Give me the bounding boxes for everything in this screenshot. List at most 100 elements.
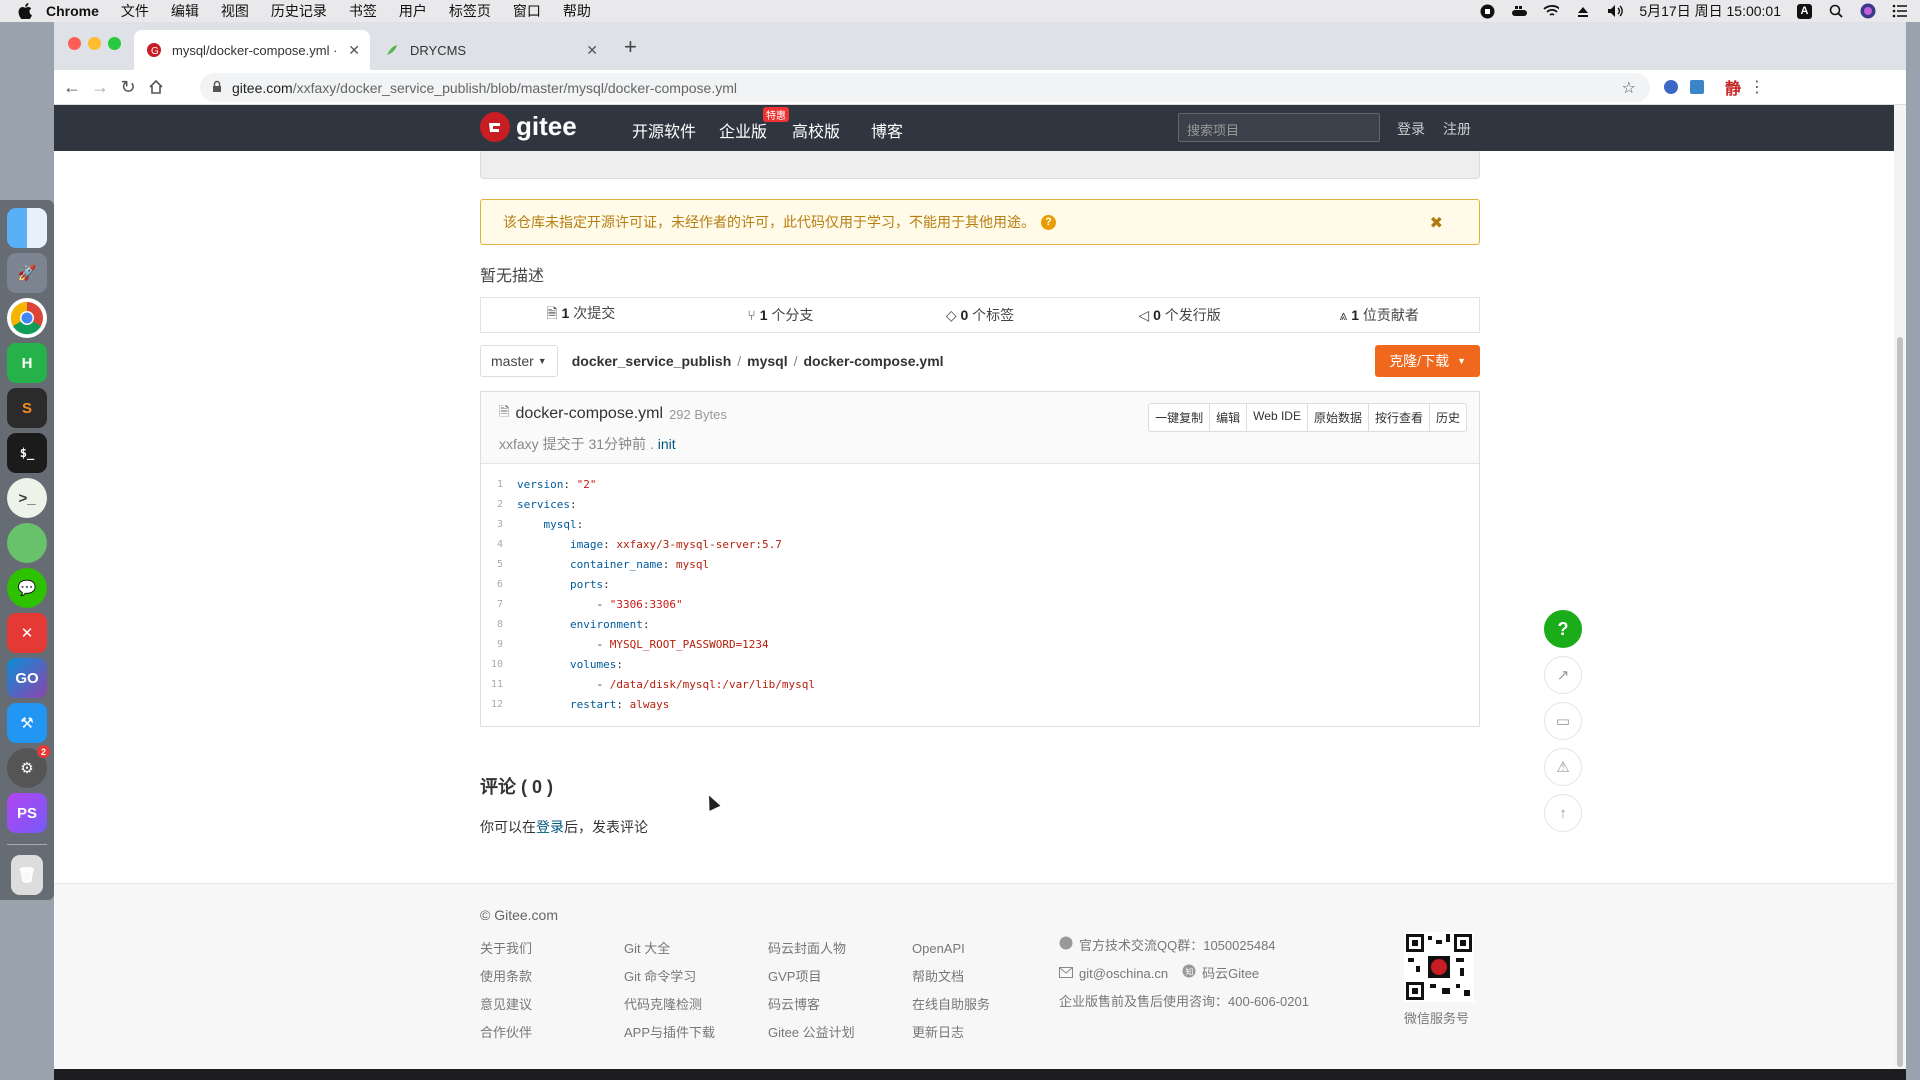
- menu-app-name[interactable]: Chrome: [46, 3, 99, 19]
- nav-blog[interactable]: 博客: [871, 118, 903, 142]
- footer-link[interactable]: OpenAPI: [912, 935, 990, 963]
- stat-tags[interactable]: ◇ 0 个标签: [880, 305, 1080, 325]
- help-question-icon[interactable]: ?: [1041, 214, 1056, 230]
- footer-link[interactable]: 更新日志: [912, 1019, 990, 1047]
- menubar-datetime[interactable]: 5月17日 周日 15:00:01: [1639, 1, 1781, 21]
- system-preferences-icon[interactable]: ⚙ 2: [7, 745, 50, 788]
- finder-icon[interactable]: [7, 208, 47, 248]
- menu-window[interactable]: 窗口: [513, 1, 541, 21]
- input-method-icon[interactable]: A: [1797, 3, 1812, 19]
- footer-link[interactable]: 关于我们: [480, 935, 532, 963]
- footer-link[interactable]: 码云封面人物: [768, 935, 855, 963]
- more-menu-icon[interactable]: ⋮: [1746, 76, 1768, 98]
- stat-contributors[interactable]: ⩓ 1 位贡献者: [1279, 305, 1479, 325]
- edit-button[interactable]: 编辑: [1209, 404, 1246, 431]
- commit-author[interactable]: xxfaxy: [499, 436, 539, 452]
- docker-icon[interactable]: [1511, 3, 1528, 19]
- history-button[interactable]: 历史: [1428, 404, 1466, 431]
- menu-edit[interactable]: 编辑: [171, 1, 199, 21]
- menu-history[interactable]: 历史记录: [271, 1, 327, 21]
- terminal-icon[interactable]: $_: [7, 433, 47, 473]
- clone-download-button[interactable]: 克隆/下载 ▼: [1375, 345, 1480, 377]
- report-warning-icon[interactable]: ⚠: [1544, 748, 1582, 786]
- hbuilder-icon[interactable]: H: [7, 343, 47, 383]
- xmind-icon[interactable]: ✕: [7, 613, 47, 653]
- goland-icon[interactable]: GO: [7, 658, 47, 698]
- footer-link[interactable]: Git 大全: [624, 935, 715, 963]
- scrollbar-thumb[interactable]: [1897, 337, 1903, 1067]
- tab-close-icon[interactable]: ✕: [586, 42, 598, 59]
- spotlight-search-icon[interactable]: [1828, 3, 1844, 19]
- window-minimize-button[interactable]: [88, 37, 101, 50]
- footer-link[interactable]: 码云博客: [768, 991, 855, 1019]
- comment-login-link[interactable]: 登录: [536, 819, 564, 835]
- nav-enterprise[interactable]: 企业版: [719, 118, 767, 142]
- footer-link[interactable]: Gitee 公益计划: [768, 1019, 855, 1047]
- phpstorm-icon[interactable]: PS: [7, 793, 47, 833]
- reload-icon[interactable]: ↻: [116, 75, 140, 99]
- message-icon[interactable]: ▭: [1544, 702, 1582, 740]
- raw-button[interactable]: 原始数据: [1306, 404, 1368, 431]
- xcode-icon[interactable]: ⚒: [7, 703, 47, 743]
- stat-branches[interactable]: ⑂ 1 个分支: [681, 305, 881, 325]
- notification-center-icon[interactable]: [1892, 3, 1908, 19]
- share-icon[interactable]: ↗: [1544, 656, 1582, 694]
- footer-link[interactable]: 在线自助服务: [912, 991, 990, 1019]
- page-scrollbar[interactable]: [1894, 105, 1906, 1080]
- bookmark-star-icon[interactable]: ☆: [1622, 78, 1636, 98]
- footer-link[interactable]: 使用条款: [480, 963, 532, 991]
- footer-link[interactable]: GVP项目: [768, 963, 855, 991]
- chrome-icon[interactable]: [7, 298, 47, 338]
- menu-tabs[interactable]: 标签页: [449, 1, 491, 21]
- sublime-icon[interactable]: S: [7, 388, 47, 428]
- footer-link[interactable]: 代码克隆检测: [624, 991, 715, 1019]
- footer-link[interactable]: APP与插件下载: [624, 1019, 715, 1047]
- register-link[interactable]: 注册: [1443, 119, 1471, 139]
- zhihu-link[interactable]: 码云Gitee: [1202, 960, 1259, 988]
- wifi-icon[interactable]: [1543, 3, 1560, 19]
- forward-icon[interactable]: →: [88, 75, 112, 99]
- menu-help[interactable]: 帮助: [563, 1, 591, 21]
- blame-button[interactable]: 按行查看: [1367, 404, 1429, 431]
- stat-releases[interactable]: ◁ 0 个发行版: [1080, 305, 1280, 325]
- extension-icon[interactable]: [1660, 76, 1682, 98]
- eject-icon[interactable]: [1575, 3, 1591, 19]
- siri-icon[interactable]: [1860, 3, 1876, 19]
- menu-file[interactable]: 文件: [121, 1, 149, 21]
- email-link[interactable]: git@oschina.cn: [1079, 960, 1168, 988]
- nav-open-source[interactable]: 开源软件: [632, 118, 696, 142]
- volume-icon[interactable]: [1607, 3, 1624, 19]
- breadcrumb-folder[interactable]: mysql: [747, 353, 787, 369]
- footer-link[interactable]: 合作伙伴: [480, 1019, 532, 1047]
- window-close-button[interactable]: [68, 37, 81, 50]
- trash-icon[interactable]: 🗑: [11, 855, 43, 895]
- back-to-top-icon[interactable]: ↑: [1544, 794, 1582, 832]
- window-zoom-button[interactable]: [108, 37, 121, 50]
- copy-button[interactable]: 一键复制: [1149, 404, 1209, 431]
- tab-close-icon[interactable]: ✕: [348, 42, 360, 59]
- nav-education[interactable]: 高校版: [792, 118, 840, 142]
- chat-app-icon[interactable]: >_: [7, 478, 47, 518]
- address-bar[interactable]: gitee.com/xxfaxy/docker_service_publish/…: [200, 73, 1650, 102]
- wechat-icon[interactable]: 💬: [7, 568, 47, 608]
- tab-docker-compose[interactable]: G mysql/docker-compose.yml · ✕: [134, 30, 370, 70]
- menu-bookmarks[interactable]: 书签: [349, 1, 377, 21]
- launchpad-icon[interactable]: 🚀: [7, 253, 47, 293]
- extension-screenshot-icon[interactable]: [1686, 76, 1708, 98]
- footer-link[interactable]: 帮助文档: [912, 963, 990, 991]
- stat-commits[interactable]: 🗎 1 次提交: [481, 303, 681, 327]
- home-icon[interactable]: [144, 75, 168, 99]
- login-link[interactable]: 登录: [1397, 119, 1425, 139]
- footer-link[interactable]: Git 命令学习: [624, 963, 715, 991]
- footer-link[interactable]: 意见建议: [480, 991, 532, 1019]
- ime-extension-icon[interactable]: 静: [1722, 76, 1744, 98]
- record-icon[interactable]: [1479, 3, 1495, 19]
- web-ide-button[interactable]: Web IDE: [1246, 404, 1307, 431]
- apple-icon[interactable]: [16, 3, 34, 19]
- menu-people[interactable]: 用户: [399, 1, 427, 21]
- menu-view[interactable]: 视图: [221, 1, 249, 21]
- breadcrumb-repo[interactable]: docker_service_publish: [572, 353, 732, 369]
- search-input[interactable]: 搜索项目: [1178, 113, 1380, 142]
- new-tab-button[interactable]: +: [624, 34, 637, 60]
- evernote-icon[interactable]: [7, 523, 47, 563]
